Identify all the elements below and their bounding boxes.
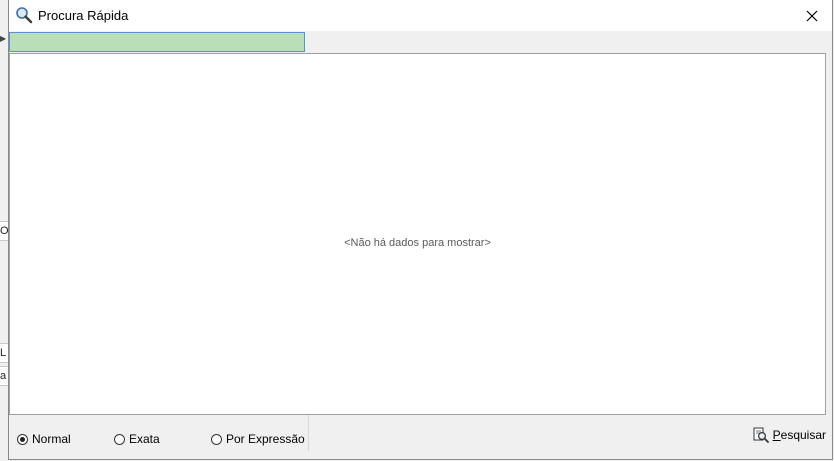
search-mode-group: Normal Exata Por Expressão <box>9 415 309 451</box>
radio-por-expressao[interactable]: Por Expressão <box>211 432 305 446</box>
close-button[interactable] <box>792 0 832 31</box>
bottom-bar: Normal Exata Por Expressão Pesquisar <box>9 415 832 460</box>
search-button-label: Pesquisar <box>772 428 826 442</box>
radio-normal[interactable]: Normal <box>17 432 71 446</box>
background-arrow-icon: ▶ <box>0 34 7 43</box>
empty-message: <Não há dados para mostrar> <box>344 237 491 249</box>
radio-label: Exata <box>129 432 160 446</box>
search-input[interactable] <box>9 32 305 52</box>
background-fragment: O <box>0 221 8 241</box>
magnifier-icon <box>15 6 33 24</box>
radio-circle <box>17 433 28 445</box>
window-title: Procura Rápida <box>38 8 129 23</box>
close-icon <box>806 10 818 21</box>
radio-selected-dot <box>20 436 25 442</box>
radio-circle <box>114 433 125 445</box>
background-fragment: a <box>0 366 8 386</box>
radio-circle <box>211 433 222 445</box>
search-row <box>9 31 832 53</box>
results-grid[interactable]: <Não há dados para mostrar> <box>9 53 826 415</box>
background-app-strip: ▶ O L a <box>0 0 8 461</box>
search-button[interactable]: Pesquisar <box>753 427 826 443</box>
radio-exata[interactable]: Exata <box>114 432 160 446</box>
background-fragment: L <box>0 343 8 363</box>
radio-label: Normal <box>32 432 71 446</box>
search-document-icon <box>753 427 769 443</box>
radio-label: Por Expressão <box>226 432 305 446</box>
quick-search-dialog: Procura Rápida <Não há dados para mostra… <box>8 0 833 460</box>
title-bar: Procura Rápida <box>9 0 832 31</box>
